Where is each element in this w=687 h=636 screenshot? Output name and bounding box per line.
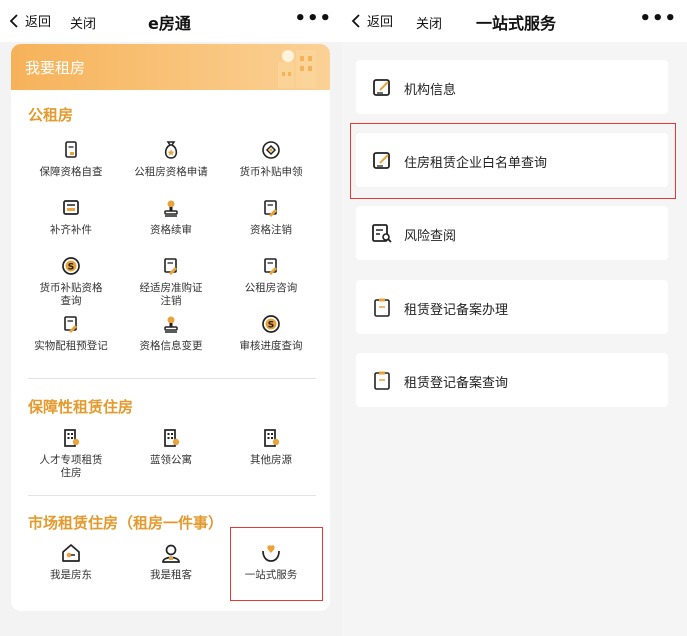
close-button[interactable]: 关闭 <box>416 13 442 32</box>
more-menu-button[interactable]: ••• <box>639 8 677 29</box>
row-risk-lookup[interactable]: 风险查阅 <box>356 206 668 260</box>
item-subsidy-claim[interactable]: 货币补贴申领 <box>221 139 321 179</box>
item-label: 资格注销 <box>250 224 292 236</box>
item-label: 实物配租预登记 <box>34 340 108 352</box>
back-label: 返回 <box>367 15 394 30</box>
buildings-decoration-icon <box>278 50 316 88</box>
back-button[interactable]: 返回 <box>8 11 51 30</box>
dollar-coin-icon: S <box>62 257 80 275</box>
money-bag-star-icon <box>164 141 178 159</box>
section-title-public-rental: 公租房 <box>28 106 74 124</box>
item-renewal-review[interactable]: 资格续审 <box>121 197 221 237</box>
banner-title: 我要租房 <box>25 59 86 77</box>
item-talent-housing[interactable]: 人才专项租赁 住房 <box>21 427 121 480</box>
right-navbar: 返回 关闭 一站式服务 ••• <box>342 0 687 42</box>
page-title: e房通 <box>148 14 191 33</box>
item-info-change[interactable]: 资格信息变更 <box>121 313 221 353</box>
document-pen-icon <box>264 200 277 217</box>
item-eligibility-self-check[interactable]: 保障资格自查 <box>21 139 121 179</box>
svg-text:S: S <box>268 321 274 331</box>
house-key-icon <box>62 544 80 562</box>
document-pen-icon <box>264 258 277 275</box>
item-label: 保障资格自查 <box>39 166 103 178</box>
item-review-progress[interactable]: S 审核进度查询 <box>221 313 321 353</box>
item-in-kind-preregister[interactable]: 实物配租预登记 <box>21 313 121 353</box>
back-button[interactable]: 返回 <box>350 11 393 30</box>
document-pen-icon <box>164 258 177 275</box>
item-landlord[interactable]: 我是房东 <box>21 542 121 582</box>
building-user-icon <box>64 429 80 447</box>
item-supplement-docs[interactable]: 补齐补件 <box>21 197 121 237</box>
document-check-icon <box>65 141 77 158</box>
document-search-icon <box>372 224 392 243</box>
item-public-rental-consult[interactable]: 公租房咨询 <box>221 255 321 295</box>
item-label: 资格续审 <box>150 224 192 236</box>
back-label: 返回 <box>25 15 52 30</box>
clipboard-icon <box>374 298 390 317</box>
row-registration-filing[interactable]: 租赁登记备案办理 <box>356 280 668 334</box>
right-screen: 返回 关闭 一站式服务 ••• 机构信息 住房租赁企业白名单查询 风险查阅 租赁… <box>342 0 687 636</box>
dollar-coin-icon: S <box>262 315 280 333</box>
item-eligibility-cancel[interactable]: 资格注销 <box>221 197 321 237</box>
item-label: 其他房源 <box>250 454 292 466</box>
banner: 我要租房 <box>11 44 330 90</box>
item-blue-collar-apartment[interactable]: 蓝领公寓 <box>121 427 221 467</box>
clipboard-icon <box>374 371 390 390</box>
edit-square-icon <box>373 79 390 96</box>
section-title-market-rental: 市场租赁住房（租房一件事） <box>28 514 224 532</box>
document-pen-icon <box>64 316 77 333</box>
highlight-box-whitelist <box>350 123 676 199</box>
highlight-box-one-stop <box>230 527 323 601</box>
rental-card: 我要租房 公租房 保障资格自查 公租房资格申请 货币补贴申领 补齐补件 资格续审… <box>11 44 330 611</box>
row-label: 租赁登记备案查询 <box>404 376 509 391</box>
card-form-icon <box>63 200 79 215</box>
chevron-left-icon <box>9 13 18 28</box>
section-title-affordable-rental: 保障性租赁住房 <box>28 398 134 416</box>
row-label: 风险查阅 <box>404 229 457 244</box>
item-label: 经适房准购证 注销 <box>139 282 203 307</box>
item-other-listings[interactable]: 其他房源 <box>221 427 321 467</box>
divider <box>28 378 316 379</box>
svg-text:S: S <box>68 263 74 273</box>
item-label: 我是房东 <box>50 569 92 581</box>
building-user-icon <box>164 429 180 447</box>
item-public-rental-apply[interactable]: 公租房资格申请 <box>121 139 221 179</box>
person-icon <box>162 544 180 563</box>
divider <box>28 495 316 496</box>
item-label: 蓝领公寓 <box>150 454 192 466</box>
item-label: 货币补贴资格 查询 <box>39 282 103 307</box>
chevron-left-icon <box>351 13 360 28</box>
row-institution-info[interactable]: 机构信息 <box>356 60 668 114</box>
row-label: 租赁登记备案办理 <box>404 303 509 318</box>
item-affordable-permit-cancel[interactable]: 经适房准购证 注销 <box>121 255 221 308</box>
row-registration-query[interactable]: 租赁登记备案查询 <box>356 353 668 407</box>
more-menu-button[interactable]: ••• <box>294 8 332 29</box>
item-label: 公租房资格申请 <box>134 166 208 178</box>
item-label: 我是租客 <box>150 569 192 581</box>
item-tenant[interactable]: 我是租客 <box>121 542 221 582</box>
coin-circle-icon <box>262 141 280 159</box>
item-label: 货币补贴申领 <box>239 166 303 178</box>
stamp-icon <box>164 200 178 217</box>
item-label: 资格信息变更 <box>139 340 203 352</box>
left-screen: 返回 关闭 e房通 ••• 我要租房 公租房 保障资格自查 公租房资格申请 货币… <box>0 0 342 636</box>
item-label: 补齐补件 <box>50 224 92 236</box>
item-label: 公租房咨询 <box>244 282 298 294</box>
item-label: 人才专项租赁 住房 <box>39 454 103 479</box>
left-navbar: 返回 关闭 e房通 ••• <box>0 0 342 42</box>
page-title: 一站式服务 <box>476 14 557 33</box>
row-label: 机构信息 <box>404 83 457 98</box>
item-label: 审核进度查询 <box>239 340 303 352</box>
close-button[interactable]: 关闭 <box>70 13 96 32</box>
item-subsidy-query[interactable]: S 货币补贴资格 查询 <box>21 255 121 308</box>
building-user-icon <box>264 429 280 447</box>
stamp-icon <box>164 316 178 333</box>
